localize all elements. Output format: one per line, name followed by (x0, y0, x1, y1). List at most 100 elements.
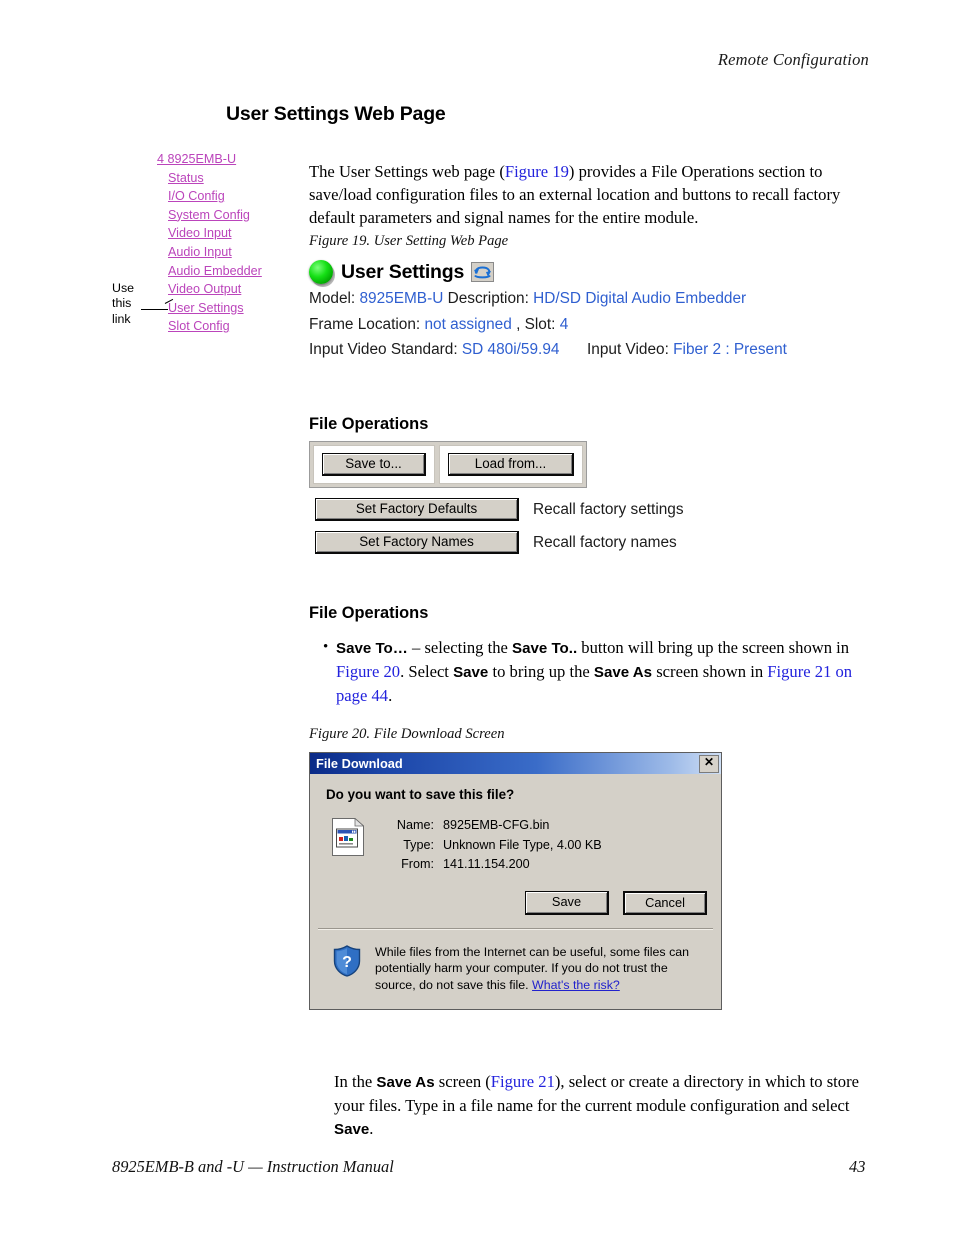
nav-item-io-config[interactable]: I/O Config (168, 187, 297, 206)
closing-term-save: Save (334, 1121, 370, 1138)
description-value: HD/SD Digital Audio Embedder (533, 290, 747, 307)
web-page-nav-list: 4 8925EMB-U Status I/O Config System Con… (157, 150, 297, 336)
shield-question-icon: ? (332, 944, 362, 977)
dialog-from-label: From: (401, 857, 434, 871)
dialog-body: Do you want to save this file? Name: 892… (310, 774, 721, 875)
closing-text-1: In the (334, 1071, 377, 1091)
model-label: Model: (309, 290, 356, 307)
bullet-item-save-to: Save To… – selecting the Save To.. butto… (336, 636, 871, 708)
bullet-term-save-to: Save To… (336, 640, 408, 657)
file-operations-button-group: Save to... Load from... (309, 441, 587, 488)
dialog-type-label: Type: (403, 837, 434, 852)
web-page-model-row: Model: 8925EMB-U Description: HD/SD Digi… (309, 286, 869, 312)
dialog-title-bar: File Download ✕ (310, 753, 721, 774)
callout-line-2: this (112, 296, 132, 311)
page-title: User Settings Web Page (226, 103, 446, 125)
bullet-text-3: . Select (400, 662, 454, 682)
save-to-cell: Save to... (313, 445, 435, 484)
footer-manual-title: 8925EMB-B and -U — Instruction Manual (112, 1157, 394, 1176)
load-from-button[interactable]: Load from... (448, 453, 574, 476)
bullet-text-6: . (388, 686, 393, 706)
slot-value: 4 (559, 315, 569, 333)
dialog-name-value: 8925EMB-CFG.bin (443, 818, 550, 832)
running-head: Remote Configuration (717, 50, 869, 69)
bullet-term-save: Save (453, 664, 489, 682)
figure-20-caption: Figure 20. File Download Screen (309, 726, 505, 742)
bullet-marker: • (323, 639, 329, 655)
model-value: 8925EMB-U (359, 290, 444, 307)
dialog-save-button[interactable]: Save (525, 890, 609, 915)
dialog-row-name: Name: 8925EMB-CFG.bin (386, 816, 602, 836)
closing-text-2: screen ( (434, 1071, 491, 1091)
bullet-text-2: button will bring up the screen shown in (577, 638, 850, 657)
closing-text-4: . (369, 1119, 374, 1138)
nav-item-video-output[interactable]: Video Output (168, 280, 297, 299)
subsection-heading: File Operations (309, 604, 429, 622)
nav-item-user-settings[interactable]: User Settings (168, 299, 297, 318)
dialog-row-type: Type: Unknown File Type, 4.00 KB (386, 836, 602, 856)
description-label: Description: (447, 290, 529, 307)
nav-item-device[interactable]: 4 8925EMB-U (157, 150, 297, 169)
factory-names-row: Set Factory Names Recall factory names (309, 531, 684, 554)
input-video-label: Input Video: (587, 341, 669, 358)
whats-the-risk-link[interactable]: What's the risk? (532, 978, 620, 992)
save-to-button[interactable]: Save to... (322, 453, 426, 476)
set-factory-names-button[interactable]: Set Factory Names (315, 531, 519, 554)
input-video-value: Fiber 2 : Present (673, 341, 787, 358)
bullet-text-5: screen shown in (652, 662, 768, 682)
bullet-list: • Save To… – selecting the Save To.. but… (309, 636, 871, 708)
dialog-cancel-button[interactable]: Cancel (623, 890, 707, 915)
bullet-text-1: – selecting the (407, 638, 512, 657)
web-page-input-row: Input Video Standard: SD 480i/59.94 Inpu… (309, 337, 869, 363)
file-operations-panel: File Operations Save to... Load from... … (309, 415, 684, 554)
dialog-type-value: Unknown File Type, 4.00 KB (443, 837, 602, 852)
dialog-warning-text: While files from the Internet can be use… (375, 944, 703, 994)
dialog-row-from: From: 141.11.154.200 (386, 855, 602, 875)
closing-term-save-as: Save As (376, 1073, 435, 1091)
callout-use-this-link: Use this link (112, 281, 134, 327)
footer-page-number: 43 (849, 1157, 866, 1176)
web-page-title: User Settings (341, 260, 465, 283)
callout-line-3: link (112, 311, 131, 326)
frame-location-value: not assigned (424, 315, 512, 333)
figure-20-crossref[interactable]: Figure 20 (336, 662, 400, 681)
nav-item-audio-input[interactable]: Audio Input (168, 243, 297, 262)
dialog-from-value: 141.11.154.200 (443, 857, 530, 871)
web-page-header: User Settings (309, 258, 869, 286)
closing-paragraph: In the Save As screen (Figure 21), selec… (334, 1070, 872, 1142)
close-icon[interactable]: ✕ (699, 754, 719, 773)
callout-leader-line (141, 309, 168, 310)
intro-text-part1: The User Settings web page ( (309, 161, 505, 181)
nav-item-status[interactable]: Status (168, 169, 297, 188)
nav-item-system-config[interactable]: System Config (168, 206, 297, 225)
callout-line-1: Use (112, 281, 135, 295)
nav-item-slot-config[interactable]: Slot Config (168, 317, 297, 336)
nav-item-audio-embedder[interactable]: Audio Embedder (168, 262, 297, 281)
bullet-term-save-to-button: Save To.. (512, 640, 578, 657)
bullet-text-4: to bring up the (488, 662, 594, 682)
set-factory-defaults-description: Recall factory settings (533, 500, 684, 518)
file-icon (332, 817, 365, 856)
load-from-cell: Load from... (439, 445, 583, 484)
input-video-standard-label: Input Video Standard: (309, 341, 458, 358)
refresh-icon[interactable] (471, 262, 495, 282)
green-led-icon (309, 260, 333, 284)
dialog-file-rows: Name: 8925EMB-CFG.bin Type: Unknown File… (386, 816, 602, 875)
nav-item-video-input[interactable]: Video Input (168, 224, 297, 243)
file-operations-heading: File Operations (309, 415, 429, 433)
dialog-button-row: Save Cancel (310, 875, 721, 928)
web-page-frame-row: Frame Location: not assigned , Slot: 4 (309, 312, 869, 338)
input-video-standard-value: SD 480i/59.94 (461, 341, 560, 358)
dialog-title: File Download (316, 756, 403, 771)
figure-19-caption: Figure 19. User Setting Web Page (309, 233, 509, 249)
set-factory-names-description: Recall factory names (533, 533, 677, 551)
intro-paragraph: The User Settings web page (Figure 19) p… (309, 160, 871, 230)
figure-19-crossref[interactable]: Figure 19 (505, 162, 569, 181)
dialog-question: Do you want to save this file? (326, 787, 515, 802)
set-factory-defaults-button[interactable]: Set Factory Defaults (315, 498, 519, 521)
slot-label: , Slot: (516, 315, 556, 333)
frame-location-label: Frame Location: (309, 315, 421, 333)
figure-21-crossref[interactable]: Figure 21 (491, 1072, 555, 1091)
svg-text:?: ? (342, 954, 352, 971)
bullet-term-save-as: Save As (593, 664, 653, 682)
